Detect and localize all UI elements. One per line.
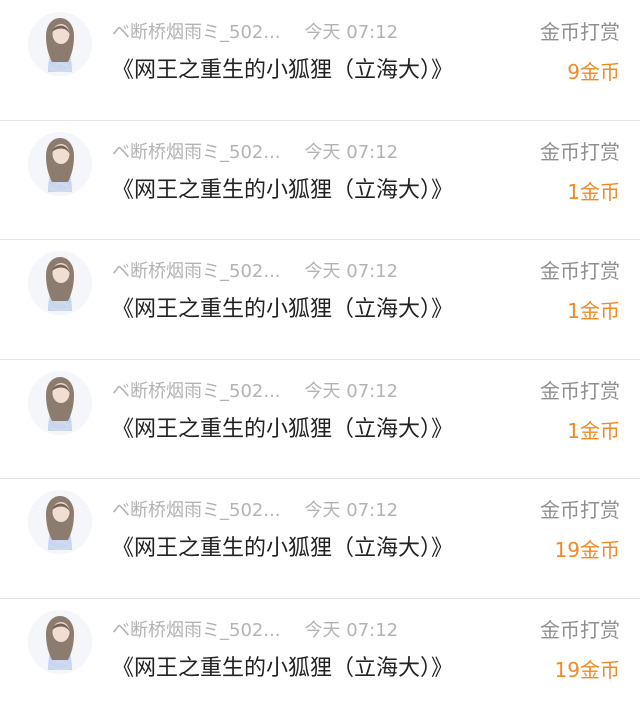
username[interactable]: ベ断桥烟雨ミ_502... <box>112 496 281 522</box>
reward-row[interactable]: ベ断桥烟雨ミ_502... 今天 07:12 《网王之重生的小狐狸（立海大）》 … <box>0 359 640 479</box>
entry-meta: ベ断桥烟雨ミ_502... 今天 07:12 <box>112 373 398 407</box>
username[interactable]: ベ断桥烟雨ミ_502... <box>112 257 281 283</box>
book-title[interactable]: 《网王之重生的小狐狸（立海大）》 <box>112 650 453 682</box>
reward-amount: 1金币 <box>567 295 620 324</box>
reward-row[interactable]: ベ断桥烟雨ミ_502... 今天 07:12 《网王之重生的小狐狸（立海大）》 … <box>0 239 640 359</box>
reward-amount: 1金币 <box>567 415 620 444</box>
reward-row[interactable]: ベ断桥烟雨ミ_502... 今天 07:12 《网王之重生的小狐狸（立海大）》 … <box>0 478 640 598</box>
reward-row[interactable]: ベ断桥烟雨ミ_502... 今天 07:12 《网王之重生的小狐狸（立海大）》 … <box>0 120 640 240</box>
entry-meta: ベ断桥烟雨ミ_502... 今天 07:12 <box>112 492 398 526</box>
book-title[interactable]: 《网王之重生的小狐狸（立海大）》 <box>112 411 453 443</box>
username[interactable]: ベ断桥烟雨ミ_502... <box>112 18 281 44</box>
user-avatar-icon[interactable] <box>28 610 92 674</box>
username[interactable]: ベ断桥烟雨ミ_502... <box>112 377 281 403</box>
user-avatar-icon[interactable] <box>28 12 92 76</box>
timestamp: 今天 07:12 <box>305 18 399 44</box>
reward-row[interactable]: ベ断桥烟雨ミ_502... 今天 07:12 《网王之重生的小狐狸（立海大）》 … <box>0 0 640 120</box>
username[interactable]: ベ断桥烟雨ミ_502... <box>112 616 281 642</box>
user-avatar-icon[interactable] <box>28 132 92 196</box>
reward-action-label: 金币打赏 <box>540 16 620 45</box>
book-title[interactable]: 《网王之重生的小狐狸（立海大）》 <box>112 530 453 562</box>
book-title[interactable]: 《网王之重生的小狐狸（立海大）》 <box>112 291 453 323</box>
reward-amount: 9金币 <box>567 56 620 85</box>
timestamp: 今天 07:12 <box>305 138 399 164</box>
timestamp: 今天 07:12 <box>305 377 399 403</box>
user-avatar-icon[interactable] <box>28 251 92 315</box>
book-title[interactable]: 《网王之重生的小狐狸（立海大）》 <box>112 172 453 204</box>
timestamp: 今天 07:12 <box>305 496 399 522</box>
entry-meta: ベ断桥烟雨ミ_502... 今天 07:12 <box>112 253 398 287</box>
book-title[interactable]: 《网王之重生的小狐狸（立海大）》 <box>112 52 453 84</box>
username[interactable]: ベ断桥烟雨ミ_502... <box>112 138 281 164</box>
reward-amount: 1金币 <box>567 176 620 205</box>
timestamp: 今天 07:12 <box>305 616 399 642</box>
timestamp: 今天 07:12 <box>305 257 399 283</box>
reward-action-label: 金币打赏 <box>540 375 620 404</box>
reward-amount: 19金币 <box>555 654 620 683</box>
user-avatar-icon[interactable] <box>28 371 92 435</box>
reward-action-label: 金币打赏 <box>540 136 620 165</box>
user-avatar-icon[interactable] <box>28 490 92 554</box>
reward-action-label: 金币打赏 <box>540 614 620 643</box>
reward-row[interactable]: ベ断桥烟雨ミ_502... 今天 07:12 《网王之重生的小狐狸（立海大）》 … <box>0 598 640 717</box>
entry-meta: ベ断桥烟雨ミ_502... 今天 07:12 <box>112 14 398 48</box>
reward-action-label: 金币打赏 <box>540 494 620 523</box>
reward-action-label: 金币打赏 <box>540 255 620 284</box>
entry-meta: ベ断桥烟雨ミ_502... 今天 07:12 <box>112 134 398 168</box>
entry-meta: ベ断桥烟雨ミ_502... 今天 07:12 <box>112 612 398 646</box>
reward-amount: 19金币 <box>555 534 620 563</box>
reward-list: ベ断桥烟雨ミ_502... 今天 07:12 《网王之重生的小狐狸（立海大）》 … <box>0 0 640 692</box>
